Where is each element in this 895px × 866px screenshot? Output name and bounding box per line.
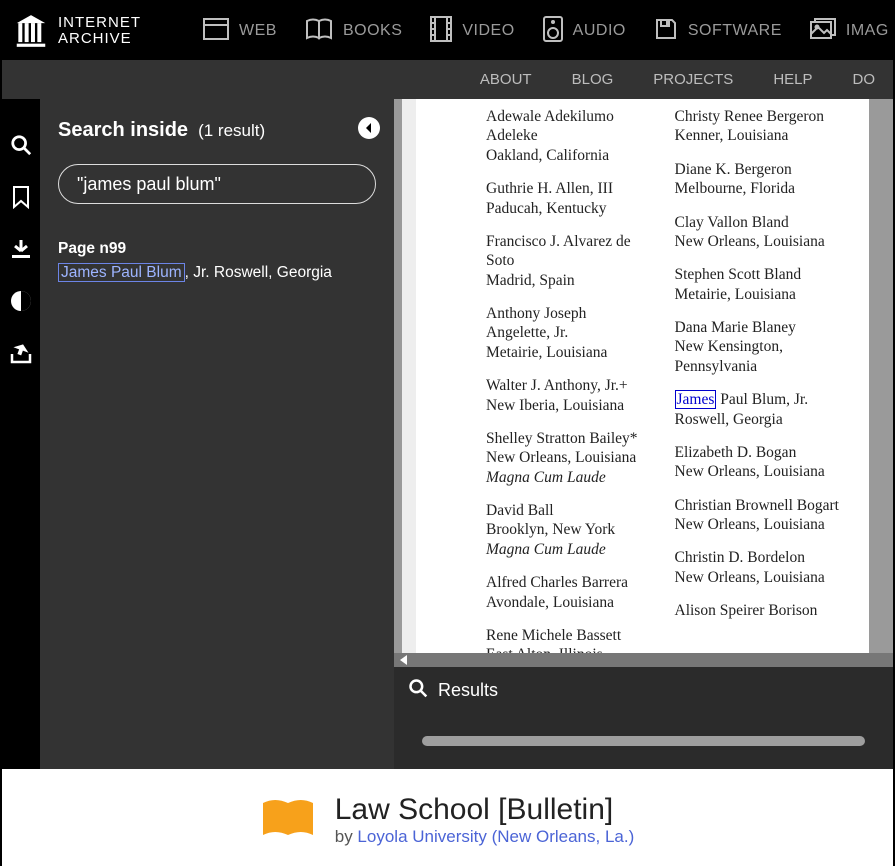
download-icon[interactable] <box>9 237 33 261</box>
name-entry: Alison Speirer Borison <box>675 601 840 620</box>
name-entry: James Paul Blum, Jr.Roswell, Georgia <box>675 390 840 429</box>
name-entry: Dana Marie BlaneyNew Kensington, Pennsyl… <box>675 318 840 376</box>
brand[interactable]: INTERNET ARCHIVE <box>8 11 147 51</box>
top-nav: INTERNET ARCHIVE WEB BOOKS VIDEO <box>2 2 893 60</box>
document-footer: Law School [Bulletin] by Loyola Universi… <box>2 769 893 866</box>
search-icon <box>408 678 428 703</box>
contrast-icon[interactable] <box>9 289 33 313</box>
page-highlight: James <box>675 390 717 409</box>
media-nav: WEB BOOKS VIDEO AUDIO SOFTWARE <box>203 16 889 47</box>
video-icon <box>430 16 452 47</box>
result-snippet: James Paul Blum, Jr. Roswell, Georgia <box>58 264 376 282</box>
name-entry: Anthony Joseph Angelette, Jr.Metairie, L… <box>486 304 651 362</box>
software-icon <box>654 17 678 46</box>
page-column-left: Adewale Adekilumo AdelekeOakland, Califo… <box>486 107 651 645</box>
results-label: Results <box>438 680 498 701</box>
book-page: Adewale Adekilumo AdelekeOakland, Califo… <box>402 99 869 653</box>
nav-video[interactable]: VIDEO <box>430 16 514 47</box>
result-page-label: Page n99 <box>58 240 376 258</box>
nav-software[interactable]: SOFTWARE <box>654 17 782 46</box>
brand-text: INTERNET ARCHIVE <box>58 15 141 47</box>
results-bar[interactable]: Results <box>394 667 893 713</box>
search-panel: Search inside (1 result) Page n99 James … <box>40 99 394 769</box>
ia-logo-icon <box>14 11 48 51</box>
search-field-wrap[interactable] <box>58 164 376 204</box>
name-entry: Christian Brownell BogartNew Orleans, Lo… <box>675 496 840 535</box>
search-panel-title: Search inside <box>58 119 188 142</box>
page-scroll-track[interactable] <box>394 653 893 667</box>
name-entry: Francisco J. Alvarez de SotoMadrid, Spai… <box>486 232 651 290</box>
name-entry: Clay Vallon BlandNew Orleans, Louisiana <box>675 213 840 252</box>
sub-nav: ABOUT BLOG PROJECTS HELP DO <box>2 60 893 99</box>
search-input[interactable] <box>77 174 357 195</box>
scroll-track[interactable] <box>422 736 865 746</box>
page-column-right: Christy Renee BergeronKenner, Louisiana D… <box>675 107 840 645</box>
web-icon <box>203 18 229 45</box>
share-icon[interactable] <box>9 341 33 365</box>
tool-rail <box>2 99 40 769</box>
page-area: Adewale Adekilumo AdelekeOakland, Califo… <box>394 99 893 769</box>
name-entry: Christin D. BordelonNew Orleans, Louisia… <box>675 548 840 587</box>
page-viewport[interactable]: Adewale Adekilumo AdelekeOakland, Califo… <box>394 99 893 653</box>
result-highlight: James Paul Blum <box>58 263 185 282</box>
name-entry: David BallBrooklyn, New YorkMagna Cum La… <box>486 501 651 559</box>
search-result[interactable]: Page n99 James Paul Blum, Jr. Roswell, G… <box>58 240 376 282</box>
name-entry: Shelley Stratton Bailey*New Orleans, Lou… <box>486 429 651 487</box>
subnav-projects[interactable]: PROJECTS <box>653 71 733 88</box>
reader: Search inside (1 result) Page n99 James … <box>2 99 893 769</box>
name-entry: Adewale Adekilumo AdelekeOakland, Califo… <box>486 107 651 165</box>
name-entry: Walter J. Anthony, Jr.+New Iberia, Louis… <box>486 376 651 415</box>
name-entry: Diane K. BergeronMelbourne, Florida <box>675 160 840 199</box>
books-icon <box>305 18 333 45</box>
name-entry: Alfred Charles BarreraAvondale, Louisian… <box>486 573 651 612</box>
nav-images[interactable]: IMAG <box>810 18 889 45</box>
search-result-count: (1 result) <box>198 121 265 141</box>
audio-icon <box>543 16 563 47</box>
close-panel-button[interactable] <box>358 117 380 139</box>
name-entry: Guthrie H. Allen, IIIPaducah, Kentucky <box>486 179 651 218</box>
bookmark-icon[interactable] <box>9 185 33 209</box>
name-entry: Stephen Scott BlandMetairie, Louisiana <box>675 265 840 304</box>
nav-books[interactable]: BOOKS <box>305 18 402 45</box>
publisher-link[interactable]: Loyola University (New Orleans, La.) <box>357 827 634 846</box>
subnav-about[interactable]: ABOUT <box>480 71 532 88</box>
thumbnail-strip[interactable] <box>394 713 893 769</box>
subnav-help[interactable]: HELP <box>773 71 812 88</box>
subnav-blog[interactable]: BLOG <box>572 71 614 88</box>
images-icon <box>810 18 836 45</box>
book-icon <box>261 797 315 842</box>
document-title: Law School [Bulletin] <box>335 793 635 827</box>
name-entry: Rene Michele BassettEast Alton, Illinois <box>486 626 651 653</box>
nav-audio[interactable]: AUDIO <box>543 16 626 47</box>
nav-web[interactable]: WEB <box>203 18 277 45</box>
subnav-donate[interactable]: DO <box>853 71 876 88</box>
name-entry: Christy Renee BergeronKenner, Louisiana <box>675 107 840 146</box>
name-entry: Elizabeth D. BoganNew Orleans, Louisiana <box>675 443 840 482</box>
document-byline: by Loyola University (New Orleans, La.) <box>335 827 635 847</box>
search-icon[interactable] <box>9 133 33 157</box>
